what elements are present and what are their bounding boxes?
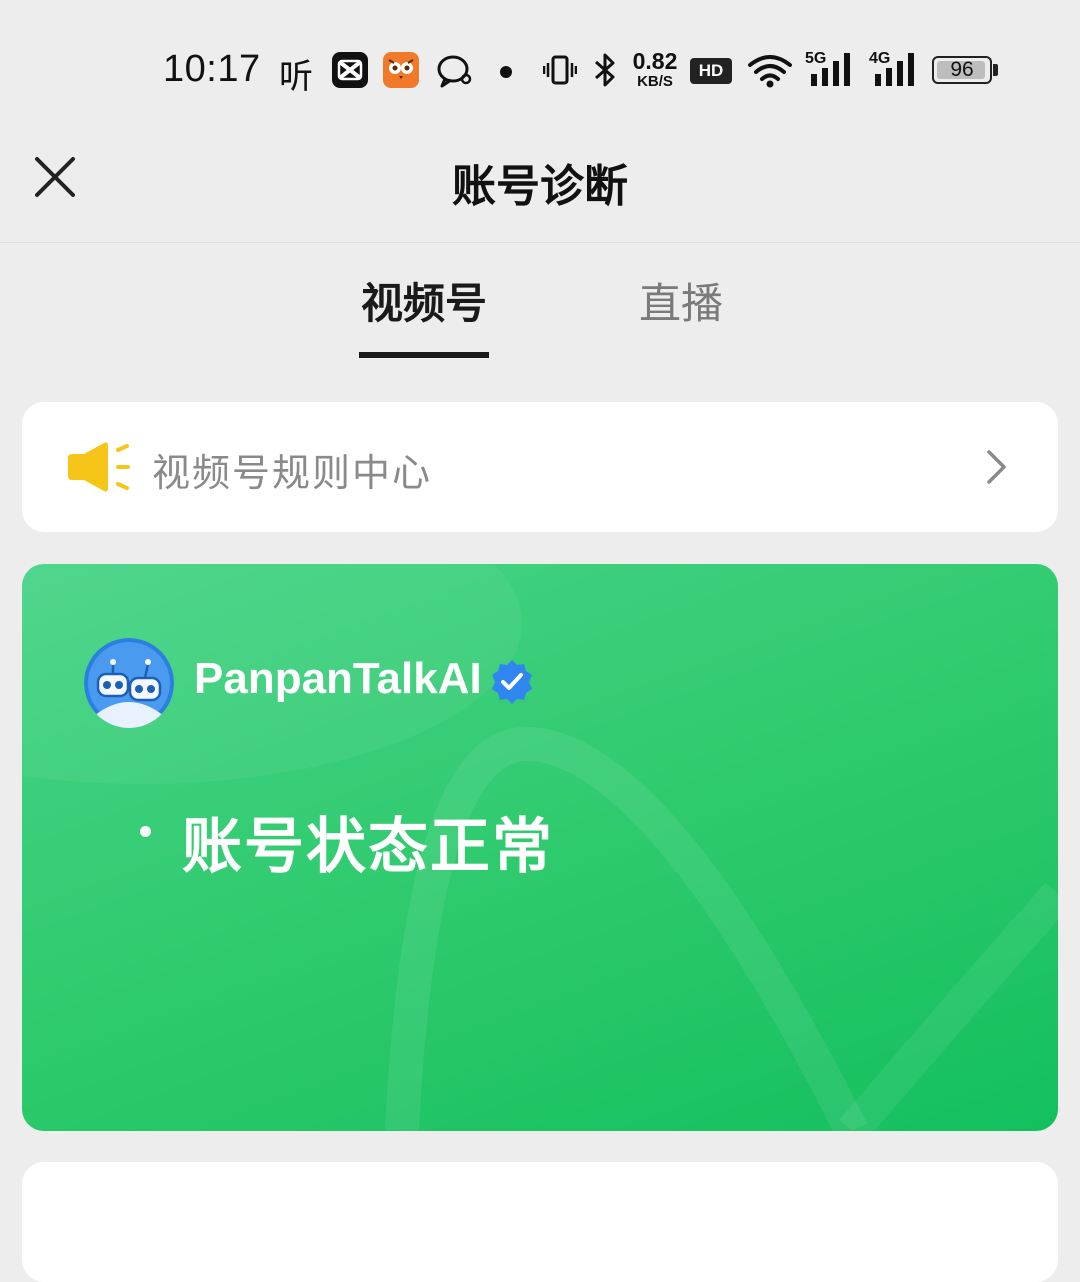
account-status-card: PanpanTalkAI 账号状态正常 bbox=[22, 564, 1058, 1131]
verified-badge-icon bbox=[492, 660, 532, 704]
rules-center-link[interactable]: 视频号规则中心 bbox=[22, 402, 1058, 532]
vibrate-icon bbox=[543, 55, 577, 85]
notification-dot-icon bbox=[500, 66, 512, 78]
bluetooth-icon bbox=[595, 53, 615, 87]
rules-center-label: 视频号规则中心 bbox=[152, 451, 433, 495]
tab-channels[interactable]: 视频号 bbox=[359, 270, 489, 331]
next-section-card bbox=[22, 1162, 1058, 1282]
battery-level: 96 bbox=[950, 58, 974, 81]
tab-active-indicator bbox=[359, 352, 489, 358]
chevron-right-icon bbox=[987, 450, 1006, 484]
status-time: 10:17 bbox=[163, 48, 261, 90]
owl-app-icon bbox=[383, 52, 419, 88]
status-bar: 10:17 听 0.82 KB/S HD 5G 4G 96 bbox=[0, 0, 1080, 130]
account-name: PanpanTalkAI bbox=[194, 654, 482, 703]
signal-4g-icon: 4G bbox=[869, 50, 919, 88]
account-status-text: 账号状态正常 bbox=[182, 812, 554, 882]
network-speed: 0.82 KB/S bbox=[632, 48, 678, 90]
capcut-icon bbox=[332, 52, 368, 88]
battery-cap bbox=[993, 64, 998, 76]
hd-voice-icon: HD bbox=[690, 58, 732, 84]
status-bullet bbox=[140, 826, 151, 837]
chat-bubble-icon bbox=[437, 55, 472, 88]
wifi-icon bbox=[748, 55, 792, 88]
megaphone-icon bbox=[68, 442, 130, 492]
tab-live[interactable]: 直播 bbox=[636, 270, 726, 331]
nav-bar: 账号诊断 bbox=[0, 130, 1080, 243]
account-avatar[interactable] bbox=[84, 638, 174, 728]
signal-5g-icon: 5G bbox=[805, 50, 855, 88]
ting-app-icon: 听 bbox=[279, 57, 313, 97]
battery-icon: 96 bbox=[932, 56, 992, 84]
page-title: 账号诊断 bbox=[452, 161, 628, 212]
